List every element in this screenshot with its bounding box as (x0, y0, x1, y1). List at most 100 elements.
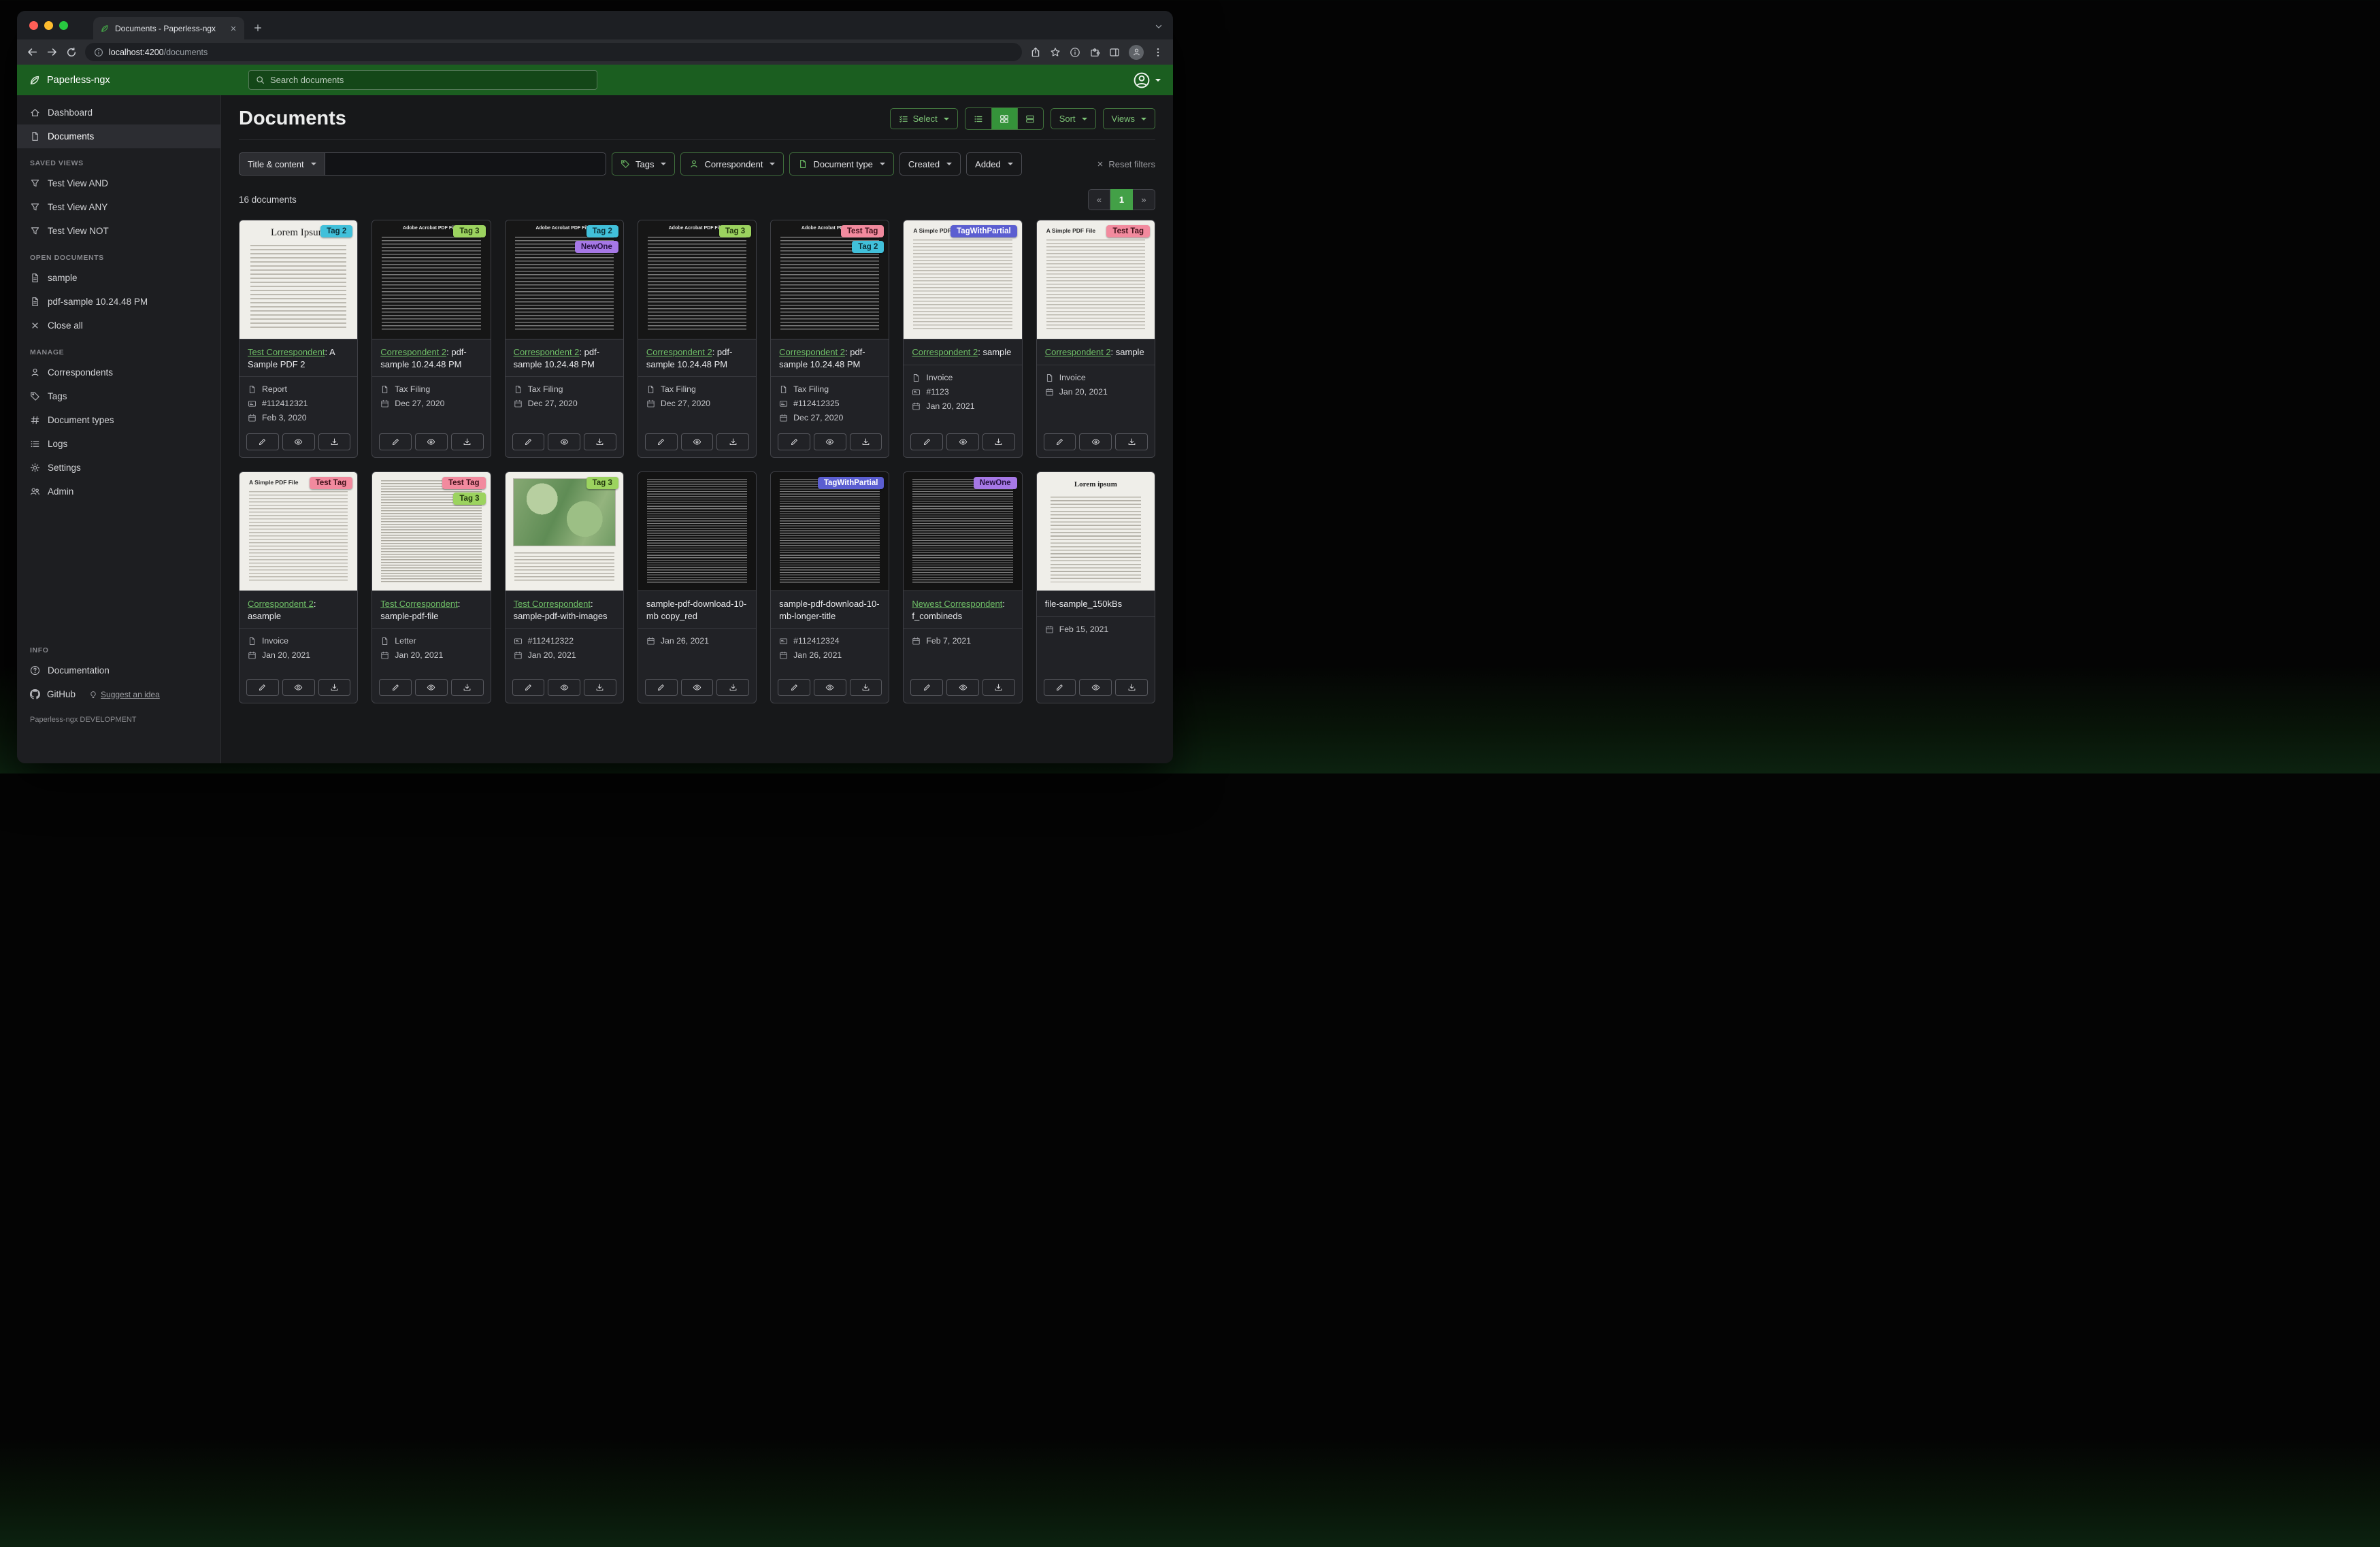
tag-badge[interactable]: Tag 3 (586, 477, 618, 490)
doc-correspondent-link[interactable]: Correspondent 2 (779, 347, 845, 357)
app-brand[interactable]: Paperless-ngx (17, 74, 122, 86)
doc-thumbnail[interactable]: NewOne (904, 472, 1022, 592)
doc-thumbnail[interactable]: Tag 3 (505, 472, 623, 592)
reload-button[interactable] (66, 47, 77, 58)
detail-view-button[interactable] (1017, 108, 1043, 129)
edit-button[interactable] (910, 433, 944, 451)
sidebar-item-open-doc-sample[interactable]: sample (17, 266, 220, 290)
sidebar-item-document-types[interactable]: Document types (17, 408, 220, 432)
document-card[interactable]: NewOne Newest Correspondent: f_combineds… (903, 471, 1023, 704)
sidebar-item-tags[interactable]: Tags (17, 384, 220, 408)
doc-correspondent-link[interactable]: Test Correspondent (248, 347, 325, 357)
tag-badge[interactable]: NewOne (574, 241, 618, 253)
download-button[interactable] (450, 679, 484, 697)
document-card[interactable]: Adobe Acrobat PDF Files Tag 3 Correspond… (371, 220, 491, 459)
doc-thumbnail[interactable]: Adobe Acrobat PDF Files Tag 3 (372, 220, 491, 339)
tags-filter-button[interactable]: Tags (612, 152, 676, 176)
created-filter-button[interactable]: Created (899, 152, 961, 176)
sidebar-item-close-all[interactable]: Close all (17, 314, 220, 337)
tag-badge[interactable]: TagWithPartial (817, 477, 885, 490)
download-button[interactable] (716, 433, 750, 451)
tag-badge[interactable]: Tag 3 (453, 493, 486, 505)
pagination-prev-button[interactable]: « (1088, 189, 1110, 210)
edit-button[interactable] (778, 679, 810, 697)
user-menu[interactable] (1133, 71, 1161, 89)
select-button[interactable]: Select (889, 108, 958, 129)
sidebar-item-logs[interactable]: Logs (17, 432, 220, 456)
doc-correspondent-link[interactable]: Test Correspondent (380, 599, 457, 609)
edit-button[interactable] (379, 433, 412, 451)
document-type-filter-button[interactable]: Document type (789, 152, 894, 176)
reset-filters-button[interactable]: Reset filters (1096, 159, 1155, 169)
document-card[interactable]: Adobe Acrobat PDF Files Tag 2 NewOne Corr… (504, 220, 624, 459)
view-button[interactable] (548, 679, 581, 697)
minimize-window-button[interactable] (44, 21, 53, 30)
doc-thumbnail[interactable]: Adobe Acrobat PDF Files Test Tag Tag 2 (771, 220, 889, 339)
view-button[interactable] (813, 679, 846, 697)
tag-badge[interactable]: Tag 2 (320, 225, 353, 237)
download-button[interactable] (318, 679, 351, 697)
document-card[interactable]: Lorem ipsum file-sample_150kBs Feb 15, 2… (1036, 471, 1155, 704)
doc-thumbnail[interactable]: Adobe Acrobat PDF Files Tag 2 NewOne (505, 220, 623, 339)
download-button[interactable] (1115, 679, 1148, 697)
doc-correspondent-link[interactable]: Test Correspondent (514, 599, 591, 609)
bookmark-star-icon[interactable] (1050, 47, 1061, 58)
view-button[interactable] (946, 433, 979, 451)
added-filter-button[interactable]: Added (966, 152, 1022, 176)
download-button[interactable] (982, 679, 1015, 697)
doc-thumbnail[interactable] (638, 472, 757, 592)
doc-thumbnail[interactable]: Adobe Acrobat PDF Files Tag 3 (638, 220, 757, 339)
document-card[interactable]: Lorem Ipsum Tag 2 Test Correspondent: A … (239, 220, 359, 459)
doc-thumbnail[interactable]: Lorem Ipsum Tag 2 (239, 220, 358, 339)
tag-badge[interactable]: Tag 2 (852, 241, 885, 253)
sidebar-item-github[interactable]: GitHub (47, 689, 76, 699)
tag-badge[interactable]: Test Tag (1106, 225, 1150, 237)
forward-button[interactable] (46, 46, 58, 58)
tab-close-icon[interactable] (229, 24, 237, 33)
document-card[interactable]: A Simple PDF File Test Tag Correspondent… (1036, 220, 1155, 459)
pagination-next-button[interactable]: » (1133, 189, 1155, 210)
browser-tab[interactable]: Documents - Paperless-ngx (93, 17, 244, 39)
tag-badge[interactable]: Test Tag (840, 225, 885, 237)
zoom-window-button[interactable] (59, 21, 68, 30)
view-button[interactable] (1079, 679, 1112, 697)
download-button[interactable] (318, 433, 351, 451)
share-icon[interactable] (1030, 47, 1041, 58)
doc-thumbnail[interactable]: Test Tag Tag 3 (372, 472, 491, 592)
view-button[interactable] (946, 679, 979, 697)
sidebar-item-admin[interactable]: Admin (17, 480, 220, 503)
doc-thumbnail[interactable]: Lorem ipsum (1036, 472, 1155, 592)
correspondent-filter-button[interactable]: Correspondent (680, 152, 784, 176)
tag-badge[interactable]: Test Tag (442, 477, 486, 490)
download-button[interactable] (982, 433, 1015, 451)
download-button[interactable] (584, 433, 616, 451)
sidebar-item-test-view-any[interactable]: Test View ANY (17, 195, 220, 219)
edit-button[interactable] (644, 433, 678, 451)
view-button[interactable] (282, 433, 315, 451)
title-content-filter-input[interactable] (325, 152, 606, 176)
sidebar-item-dashboard[interactable]: Dashboard (17, 101, 220, 124)
view-button[interactable] (282, 679, 315, 697)
doc-thumbnail[interactable]: A Simple PDF File TagWithPartial (904, 220, 1022, 339)
menu-kebab-icon[interactable] (1153, 47, 1163, 58)
edit-button[interactable] (512, 433, 545, 451)
document-card[interactable]: Tag 3 Test Correspondent: sample-pdf-wit… (504, 471, 624, 704)
edit-button[interactable] (644, 679, 678, 697)
edit-button[interactable] (1043, 679, 1076, 697)
view-button[interactable] (813, 433, 846, 451)
doc-thumbnail[interactable]: A Simple PDF File Test Tag (1036, 220, 1155, 339)
global-search-input[interactable] (270, 75, 590, 85)
download-button[interactable] (716, 679, 750, 697)
doc-correspondent-link[interactable]: Correspondent 2 (646, 347, 712, 357)
site-info-icon[interactable] (94, 48, 103, 57)
close-window-button[interactable] (29, 21, 38, 30)
edit-button[interactable] (246, 679, 279, 697)
tab-search-button[interactable] (1154, 20, 1163, 33)
tag-badge[interactable]: NewOne (973, 477, 1017, 490)
view-button[interactable] (680, 433, 714, 451)
sidebar-item-test-view-and[interactable]: Test View AND (17, 171, 220, 195)
grid-view-button[interactable] (991, 108, 1017, 129)
document-card[interactable]: A Simple PDF File Test Tag Correspondent… (239, 471, 359, 704)
sidebar-item-correspondents[interactable]: Correspondents (17, 361, 220, 384)
edit-button[interactable] (778, 433, 810, 451)
